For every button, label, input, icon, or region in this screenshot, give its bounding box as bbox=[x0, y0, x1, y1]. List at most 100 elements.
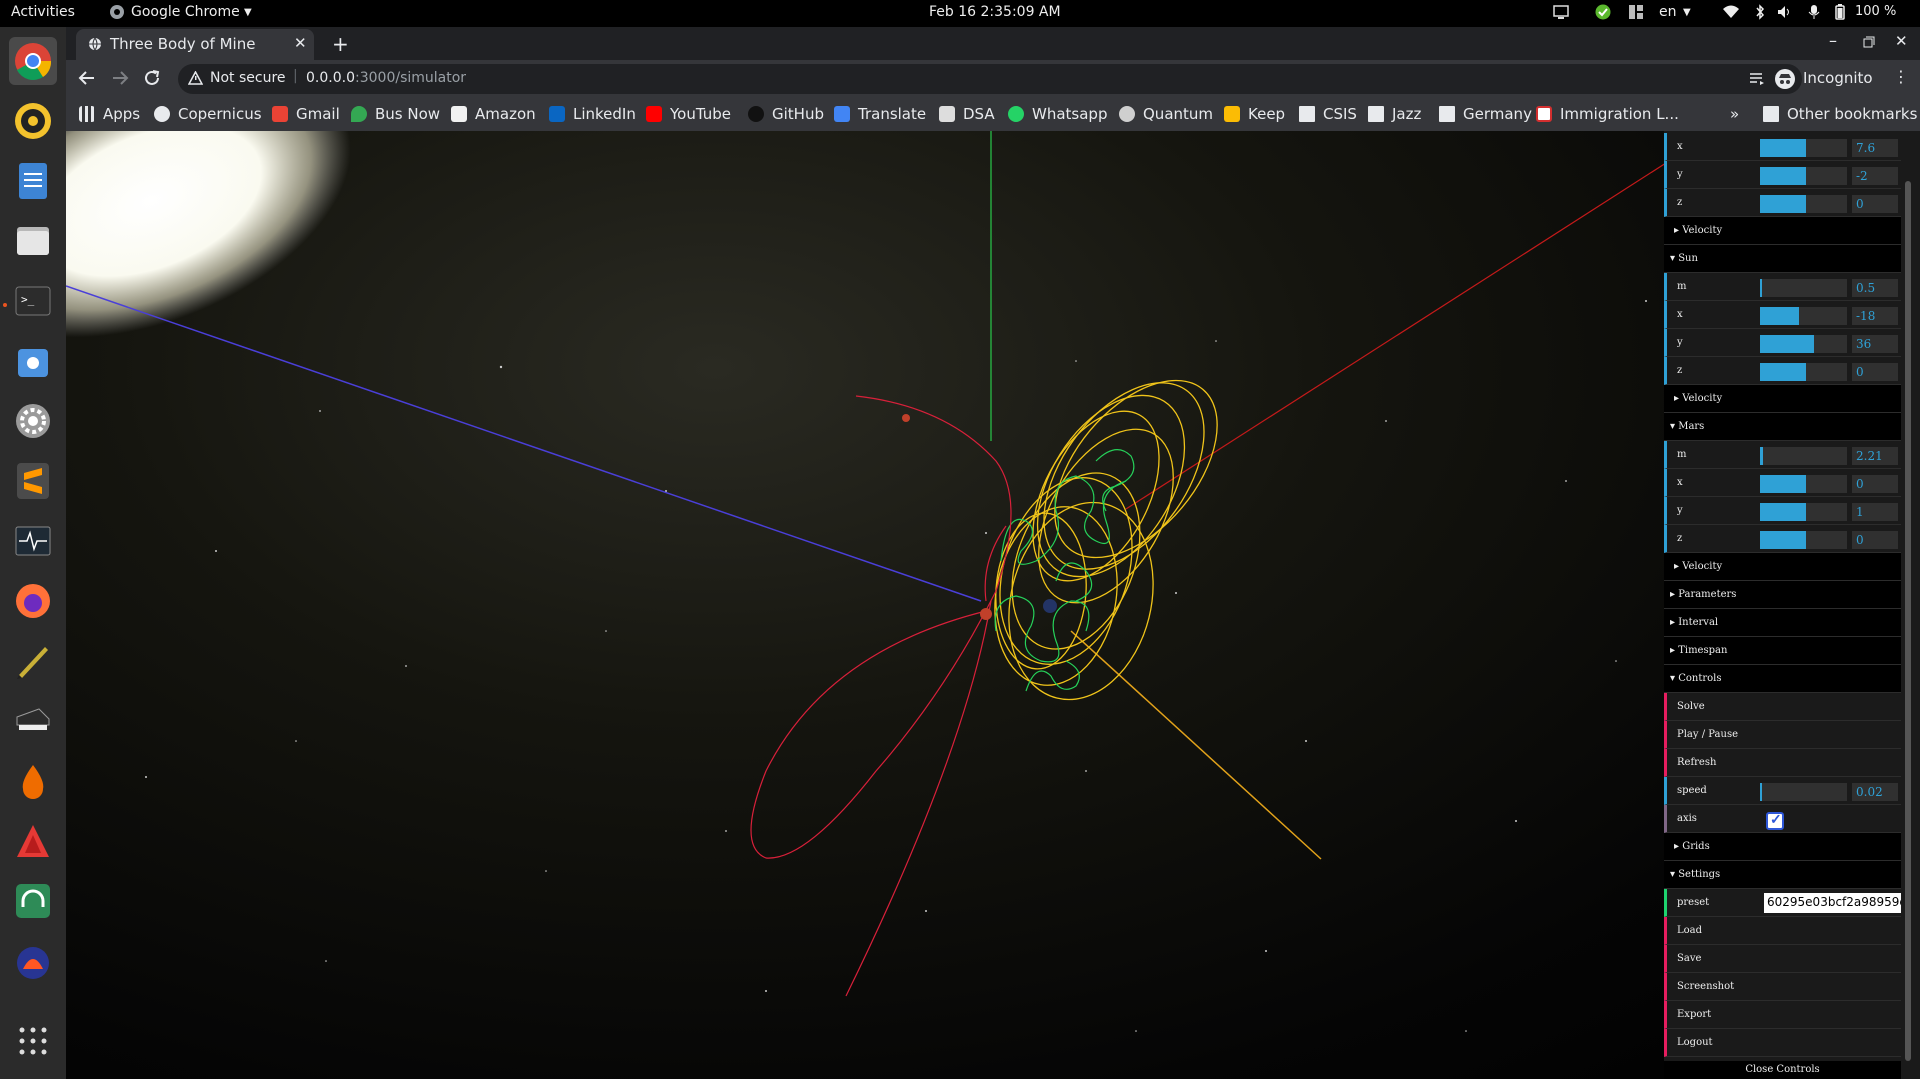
body-x-slider[interactable] bbox=[1760, 139, 1847, 157]
language-indicator[interactable]: en bbox=[1659, 4, 1677, 20]
dock-emulator-icon[interactable] bbox=[9, 937, 57, 985]
minimize-window-icon[interactable]: – bbox=[1829, 31, 1837, 50]
bookmark-apps[interactable]: Apps bbox=[79, 105, 140, 123]
mars-z-slider[interactable] bbox=[1760, 531, 1847, 549]
sun-x-input[interactable]: -18 bbox=[1852, 307, 1898, 325]
forward-arrow-icon[interactable] bbox=[111, 69, 129, 91]
dock-settings-icon[interactable] bbox=[9, 397, 57, 445]
dock-drop-icon[interactable] bbox=[9, 757, 57, 805]
planet-blue-body[interactable] bbox=[1043, 599, 1057, 613]
bookmark-quantum[interactable]: Quantum bbox=[1119, 105, 1213, 123]
volume-icon[interactable] bbox=[1777, 4, 1793, 20]
media-queue-icon[interactable] bbox=[1749, 71, 1765, 91]
preset-input[interactable]: 60295e03bcf2a98959c bbox=[1764, 893, 1901, 913]
axis-checkbox[interactable] bbox=[1766, 812, 1784, 830]
controls-folder[interactable]: ▾ Controls bbox=[1664, 665, 1901, 693]
bluetooth-icon[interactable] bbox=[1752, 4, 1768, 20]
sun-z-input[interactable]: 0 bbox=[1852, 363, 1898, 381]
bookmark-youtube[interactable]: YouTube bbox=[646, 105, 731, 123]
logout-button[interactable]: Logout bbox=[1664, 1029, 1901, 1057]
sun-m-input[interactable]: 0.5 bbox=[1852, 279, 1898, 297]
workspace-icon[interactable] bbox=[1628, 4, 1644, 20]
activities-button[interactable]: Activities bbox=[11, 4, 75, 20]
body-z-input[interactable]: 0 bbox=[1852, 195, 1898, 213]
sun-z-slider[interactable] bbox=[1760, 363, 1847, 381]
mars-x-slider[interactable] bbox=[1760, 475, 1847, 493]
app-menu-chevron-icon[interactable]: ▼ bbox=[244, 7, 252, 18]
restore-window-icon[interactable] bbox=[1863, 33, 1875, 52]
load-button[interactable]: Load bbox=[1664, 917, 1901, 945]
mars-m-slider[interactable] bbox=[1760, 447, 1847, 465]
bookmark-jazz[interactable]: Jazz bbox=[1368, 105, 1421, 123]
dock-system-monitor-icon[interactable] bbox=[9, 517, 57, 565]
address-bar[interactable]: Not secure | 0.0.0.0 :3000/simulator ★ bbox=[178, 64, 1802, 94]
sun-y-slider[interactable] bbox=[1760, 335, 1847, 353]
controls-scrollbar[interactable] bbox=[1901, 131, 1920, 1079]
mars-x-input[interactable]: 0 bbox=[1852, 475, 1898, 493]
language-chevron-icon[interactable]: ▼ bbox=[1683, 7, 1691, 18]
microphone-icon[interactable] bbox=[1806, 4, 1822, 20]
scrollbar-thumb[interactable] bbox=[1905, 181, 1911, 1061]
dock-terminal-icon[interactable]: >_ bbox=[9, 277, 57, 325]
sun-velocity-folder[interactable]: ▸ Velocity bbox=[1664, 385, 1901, 413]
screen-icon[interactable] bbox=[1553, 4, 1569, 20]
dock-files-icon[interactable] bbox=[9, 217, 57, 265]
body-z-slider[interactable] bbox=[1760, 195, 1847, 213]
bookmark-bus-now[interactable]: Bus Now bbox=[351, 105, 440, 123]
grids-folder[interactable]: ▸ Grids bbox=[1664, 833, 1901, 861]
settings-folder[interactable]: ▾ Settings bbox=[1664, 861, 1901, 889]
mars-y-input[interactable]: 1 bbox=[1852, 503, 1898, 521]
close-controls-button[interactable]: Close Controls bbox=[1664, 1061, 1901, 1079]
mars-z-input[interactable]: 0 bbox=[1852, 531, 1898, 549]
close-tab-icon[interactable]: ✕ bbox=[294, 34, 307, 52]
bookmark-germany[interactable]: Germany bbox=[1439, 105, 1532, 123]
timespan-folder[interactable]: ▸ Timespan bbox=[1664, 637, 1901, 665]
dock-firefox-icon[interactable] bbox=[9, 577, 57, 625]
bookmark-translate[interactable]: Translate bbox=[834, 105, 926, 123]
sun-x-slider[interactable] bbox=[1760, 307, 1847, 325]
speed-slider[interactable] bbox=[1760, 783, 1847, 801]
speed-input[interactable]: 0.02 bbox=[1852, 783, 1898, 801]
mars-folder[interactable]: ▾ Mars bbox=[1664, 413, 1901, 441]
bookmark-linkedin[interactable]: LinkedIn bbox=[549, 105, 636, 123]
bookmark-dsa[interactable]: DSA bbox=[939, 105, 995, 123]
show-applications-grid-icon[interactable] bbox=[9, 1017, 57, 1065]
sun-y-input[interactable]: 36 bbox=[1852, 335, 1898, 353]
kebab-menu-icon[interactable]: ⋮ bbox=[1893, 67, 1909, 86]
body-y-input[interactable]: -2 bbox=[1852, 167, 1898, 185]
three-body-scene[interactable] bbox=[66, 131, 1920, 1079]
clock[interactable]: Feb 16 2:35:09 AM bbox=[929, 4, 1061, 20]
profile-label[interactable]: Incognito bbox=[1803, 69, 1873, 87]
refresh-button[interactable]: Refresh bbox=[1664, 749, 1901, 777]
play-pause-button[interactable]: Play / Pause bbox=[1664, 721, 1901, 749]
bookmark-amazon[interactable]: Amazon bbox=[451, 105, 536, 123]
bookmark-csis[interactable]: CSIS bbox=[1299, 105, 1357, 123]
dock-headphones-icon[interactable] bbox=[9, 877, 57, 925]
bookmark-github[interactable]: GitHub bbox=[748, 105, 824, 123]
wifi-icon[interactable] bbox=[1723, 4, 1739, 20]
export-button[interactable]: Export bbox=[1664, 1001, 1901, 1029]
body-velocity-folder[interactable]: ▸ Velocity bbox=[1664, 217, 1901, 245]
dock-inkscape-icon[interactable] bbox=[9, 637, 57, 685]
reload-icon[interactable] bbox=[143, 69, 161, 91]
sun-folder[interactable]: ▾ Sun bbox=[1664, 245, 1901, 273]
dock-piano-icon[interactable] bbox=[9, 697, 57, 745]
battery-icon[interactable] bbox=[1832, 4, 1848, 20]
tab-three-body[interactable]: Three Body of Mine ✕ bbox=[76, 29, 314, 60]
close-window-icon[interactable]: ✕ bbox=[1895, 32, 1908, 50]
bookmark-keep[interactable]: Keep bbox=[1224, 105, 1285, 123]
mars-body[interactable] bbox=[902, 414, 910, 422]
security-label[interactable]: Not secure bbox=[210, 70, 286, 86]
sun-m-slider[interactable] bbox=[1760, 279, 1847, 297]
incognito-icon[interactable] bbox=[1775, 69, 1795, 93]
dock-triangle-app-icon[interactable] bbox=[9, 817, 57, 865]
app-menu-label[interactable]: Google Chrome bbox=[131, 4, 240, 20]
screenshot-button[interactable]: Screenshot bbox=[1664, 973, 1901, 1001]
dock-chrome-icon[interactable] bbox=[9, 37, 57, 85]
other-bookmarks[interactable]: Other bookmarks bbox=[1763, 105, 1917, 123]
body-x-input[interactable]: 7.6 bbox=[1852, 139, 1898, 157]
planet-red-body[interactable] bbox=[980, 608, 992, 620]
battery-percentage[interactable]: 100 % bbox=[1855, 4, 1896, 19]
solve-button[interactable]: Solve bbox=[1664, 693, 1901, 721]
simulation-viewport[interactable] bbox=[66, 131, 1920, 1079]
